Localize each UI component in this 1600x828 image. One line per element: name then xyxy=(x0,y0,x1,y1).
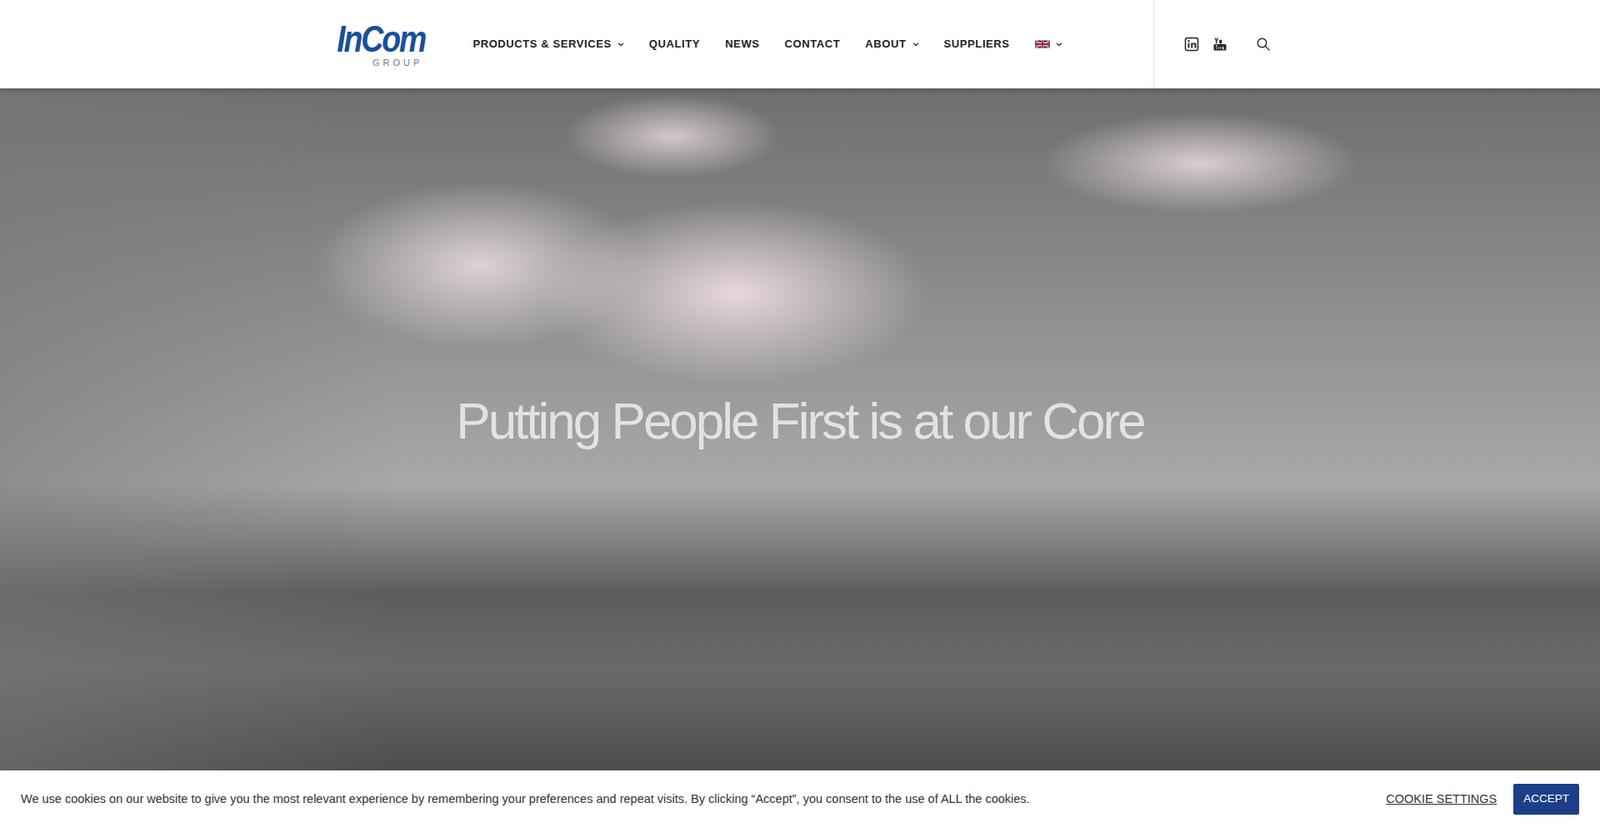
nav-label: ABOUT xyxy=(865,35,906,53)
logo-sub: GROUP xyxy=(372,58,423,68)
logo-name: InCom xyxy=(336,20,425,58)
chevron-down-icon xyxy=(1055,40,1063,48)
accept-button[interactable]: ACCEPT xyxy=(1513,783,1580,814)
header-tools xyxy=(1153,0,1271,89)
linkedin-icon[interactable] xyxy=(1184,36,1200,52)
nav-label: SUPPLIERS xyxy=(944,35,1010,53)
nav-item[interactable]: PRODUCTS & SERVICES xyxy=(472,35,624,53)
search-icon[interactable] xyxy=(1255,36,1271,52)
hero-banner: Putting People First is at our Core xyxy=(0,88,1600,770)
nav-item[interactable]: ABOUT xyxy=(865,35,919,53)
main-nav: PRODUCTS & SERVICES QUALITY NEWS CONTACT ABO… xyxy=(472,0,1154,89)
language-switcher[interactable] xyxy=(1035,39,1063,50)
nav-item[interactable]: QUALITY xyxy=(649,35,700,53)
nav-item[interactable]: CONTACT xyxy=(785,35,841,53)
chevron-down-icon xyxy=(617,40,625,48)
cookie-text: We use cookies on our website to give yo… xyxy=(20,790,1370,809)
logo[interactable]: InCom GROUP xyxy=(329,0,433,89)
youtube-icon[interactable] xyxy=(1212,36,1228,52)
cookie-settings-link[interactable]: COOKIE SETTINGS xyxy=(1385,790,1497,809)
nav-label: CONTACT xyxy=(785,35,841,53)
nav-label: PRODUCTS & SERVICES xyxy=(472,35,611,53)
site-header: InCom GROUP PRODUCTS & SERVICES QUALITY NE… xyxy=(0,0,1600,89)
hero-title: Putting People First is at our Core xyxy=(447,390,1152,469)
nav-item[interactable]: SUPPLIERS xyxy=(944,35,1010,53)
uk-flag-icon xyxy=(1035,39,1050,50)
nav-label: QUALITY xyxy=(649,35,700,53)
chevron-down-icon xyxy=(912,40,920,48)
cookie-bar: We use cookies on our website to give yo… xyxy=(0,770,1600,828)
nav-label: NEWS xyxy=(725,35,760,53)
nav-item[interactable]: NEWS xyxy=(725,35,760,53)
